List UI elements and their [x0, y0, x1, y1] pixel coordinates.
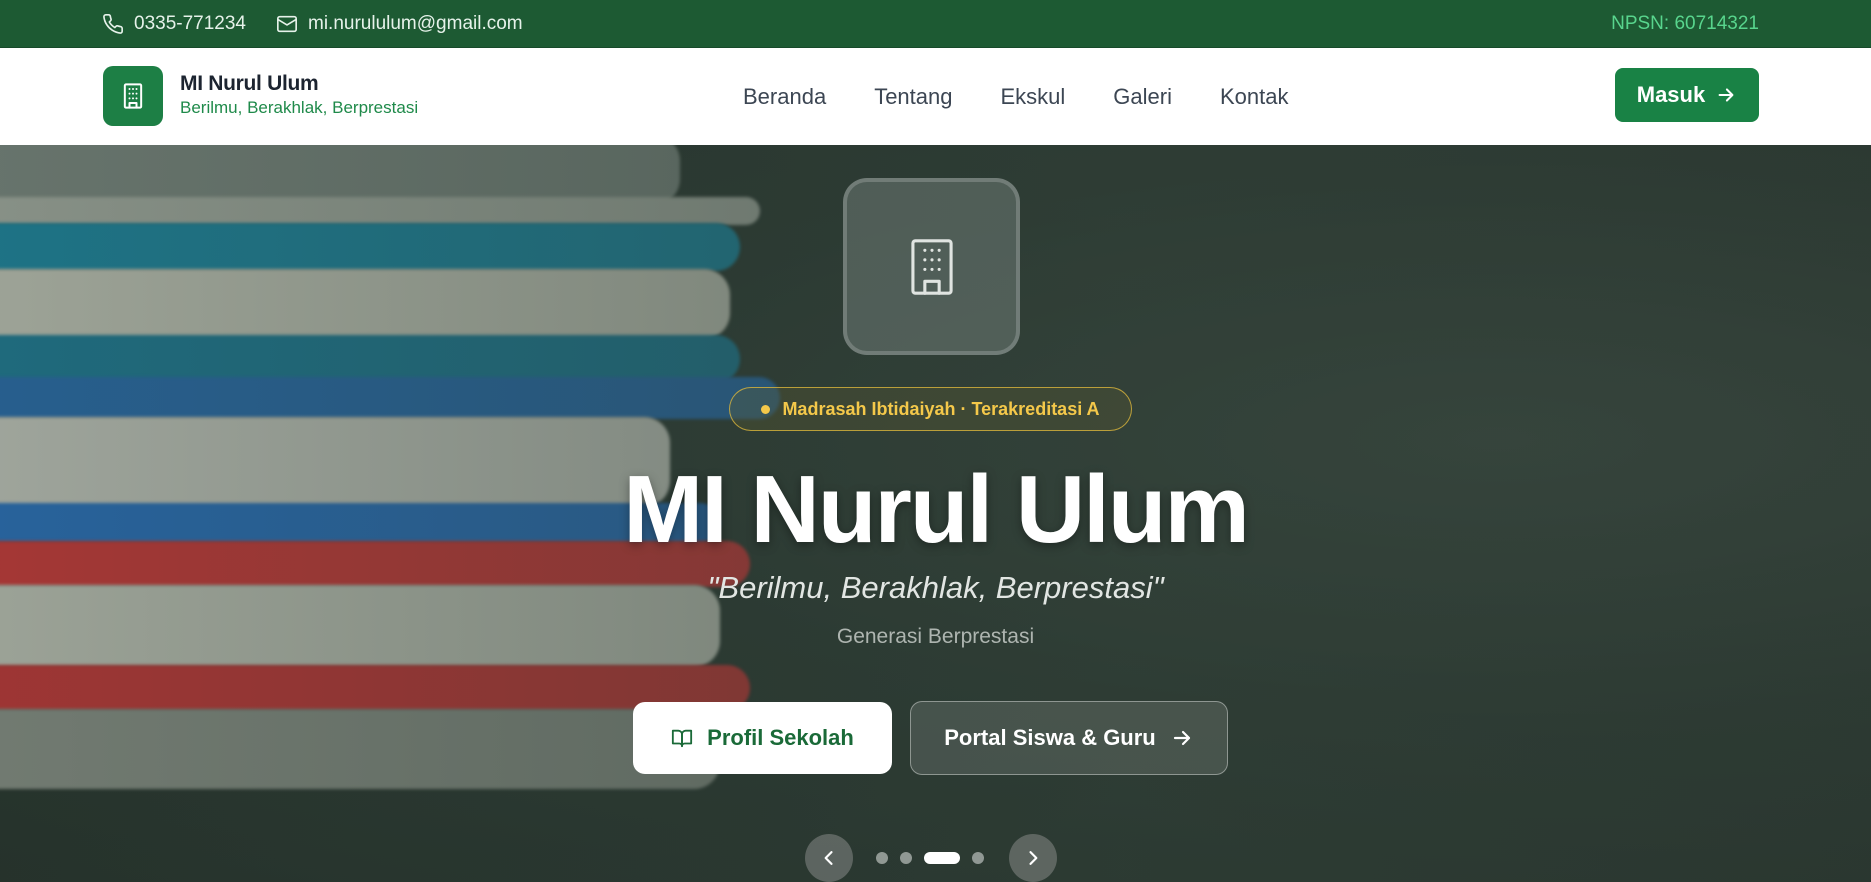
carousel-prev-button[interactable] [805, 834, 853, 882]
hero-logo-tile [843, 178, 1020, 355]
badge-text: Madrasah Ibtidaiyah · Terakreditasi A [782, 398, 1100, 419]
site-header: MI Nurul Ulum Berilmu, Berakhlak, Berpre… [0, 48, 1871, 145]
portal-button-label: Portal Siswa & Guru [944, 725, 1156, 750]
email-address: mi.nurululum@gmail.com [308, 13, 523, 34]
carousel-dot-2[interactable] [900, 852, 912, 864]
carousel-dot-4[interactable] [972, 852, 984, 864]
phone-number: 0335-771234 [134, 13, 246, 34]
profile-button-label: Profil Sekolah [707, 725, 854, 750]
arrow-right-icon [1173, 730, 1190, 746]
nav-tentang[interactable]: Tentang [874, 84, 952, 110]
badge-dot [761, 404, 771, 414]
nav-beranda[interactable]: Beranda [743, 84, 826, 110]
hero-subtitle: Generasi Berprestasi [836, 625, 1035, 648]
login-button[interactable]: Masuk [1615, 68, 1759, 122]
nav-ekskul[interactable]: Ekskul [1000, 84, 1065, 110]
contact-info: 0335-771234 mi.nurululum@gmail.com [102, 0, 523, 48]
login-label: Masuk [1636, 82, 1706, 107]
chevron-right-icon [1029, 851, 1038, 865]
brand-tagline: Berilmu, Berakhlak, Berprestasi [180, 98, 419, 117]
brand-name[interactable]: MI Nurul Ulum [180, 72, 319, 96]
hero-motto: "Berilmu, Berakhlak, Berprestasi" [707, 570, 1164, 605]
portal-button[interactable]: Portal Siswa & Guru [910, 701, 1228, 775]
npsn-number: NPSN: 60714321 [1611, 13, 1759, 34]
email-contact[interactable]: mi.nurululum@gmail.com [276, 13, 523, 35]
hero-title: MI Nurul Ulum [623, 456, 1250, 563]
main-nav: Beranda Tentang Ekskul Galeri Kontak [743, 48, 1288, 145]
profile-button[interactable]: Profil Sekolah [633, 702, 892, 774]
top-contact-bar: 0335-771234 mi.nurululum@gmail.com NPSN:… [0, 0, 1871, 48]
mail-icon [277, 15, 297, 33]
hero-section: Madrasah Ibtidaiyah · Terakreditasi A MI… [0, 145, 1871, 882]
site-logo[interactable] [103, 66, 163, 126]
phone-contact[interactable]: 0335-771234 [102, 13, 246, 35]
nav-kontak[interactable]: Kontak [1220, 84, 1289, 110]
carousel-dot-3[interactable] [924, 852, 960, 864]
carousel-next-button[interactable] [1009, 834, 1057, 882]
book-open-icon [672, 729, 693, 748]
carousel-dot-1[interactable] [876, 852, 888, 864]
phone-icon [103, 14, 123, 34]
building-icon [910, 238, 953, 295]
nav-galeri[interactable]: Galeri [1113, 84, 1172, 110]
accreditation-badge: Madrasah Ibtidaiyah · Terakreditasi A [729, 387, 1132, 431]
building-icon [123, 83, 143, 109]
chevron-left-icon [824, 851, 833, 865]
carousel-indicators [876, 852, 984, 864]
arrow-right-icon [1718, 88, 1734, 102]
